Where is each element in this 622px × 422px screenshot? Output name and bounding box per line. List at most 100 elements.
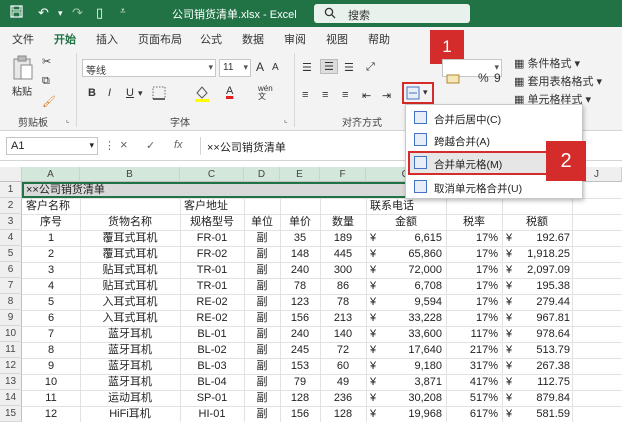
table-cell[interactable]: HiFi耳机 <box>80 407 180 422</box>
column-header[interactable]: B <box>80 167 180 182</box>
column-header[interactable]: C <box>180 167 244 182</box>
phonetic-guide-icon[interactable]: wén 文 <box>258 85 273 101</box>
table-cell[interactable]: 17% <box>446 295 498 310</box>
font-launcher-icon[interactable]: ⌞ <box>284 115 288 124</box>
header-cell[interactable]: 规格型号 <box>180 215 244 230</box>
table-cell[interactable]: 11 <box>22 391 80 406</box>
row-header[interactable]: 12 <box>0 358 22 374</box>
table-cell[interactable]: 副 <box>244 375 280 390</box>
table-cell[interactable]: 入耳式耳机 <box>80 295 180 310</box>
table-cell[interactable]: 贴耳式耳机 <box>80 279 180 294</box>
table-cell[interactable]: 副 <box>244 359 280 374</box>
table-cell[interactable]: 副 <box>244 263 280 278</box>
table-cell[interactable]: 2 <box>22 247 80 262</box>
tab-insert[interactable]: 插入 <box>96 31 118 47</box>
table-cell[interactable]: 189 <box>320 231 366 246</box>
row-header[interactable]: 14 <box>0 390 22 406</box>
table-cell[interactable]: 123 <box>280 295 320 310</box>
column-header[interactable]: A <box>22 167 80 182</box>
table-cell[interactable]: 17% <box>446 279 498 294</box>
fill-color-icon[interactable] <box>194 84 210 105</box>
row-header[interactable]: 6 <box>0 262 22 278</box>
header-cell[interactable]: 货物名称 <box>80 215 180 230</box>
table-cell[interactable]: 蓝牙耳机 <box>80 343 180 358</box>
table-cell[interactable]: 513.79 <box>516 343 570 358</box>
table-cell[interactable]: 3 <box>22 263 80 278</box>
table-cell[interactable]: 581.59 <box>516 407 570 422</box>
table-cell[interactable]: SP-01 <box>180 391 244 406</box>
table-cell[interactable]: 195.38 <box>516 279 570 294</box>
table-cell[interactable]: 副 <box>244 295 280 310</box>
header-cell[interactable]: 数量 <box>320 215 366 230</box>
table-cell[interactable]: 12 <box>22 407 80 422</box>
table-cell[interactable]: 9,594 <box>380 295 442 310</box>
table-cell[interactable]: BL-03 <box>180 359 244 374</box>
comma-style-button[interactable]: 9 <box>494 71 501 85</box>
table-cell[interactable]: 879.84 <box>516 391 570 406</box>
contact-phone-label[interactable]: 联系电话 <box>370 199 440 214</box>
table-cell[interactable]: 49 <box>320 375 366 390</box>
conditional-format-button[interactable]: ▦ 条件格式 ▾ <box>514 55 580 71</box>
clipboard-launcher-icon[interactable]: ⌞ <box>66 115 70 124</box>
table-cell[interactable]: 140 <box>320 327 366 342</box>
table-cell[interactable]: 213 <box>320 311 366 326</box>
table-cell[interactable]: FR-02 <box>180 247 244 262</box>
increase-indent-icon[interactable]: ⇥ <box>382 89 391 102</box>
table-cell[interactable]: 蓝牙耳机 <box>80 327 180 342</box>
row-header[interactable]: 10 <box>0 326 22 342</box>
name-box[interactable]: A1 ▾ <box>6 137 98 155</box>
table-cell[interactable]: 10 <box>22 375 80 390</box>
table-cell[interactable]: 217% <box>446 343 498 358</box>
table-cell[interactable]: 78 <box>320 295 366 310</box>
enter-icon[interactable]: ✓ <box>146 139 155 152</box>
tab-file[interactable]: 文件 <box>12 31 34 47</box>
table-cell[interactable]: 72 <box>320 343 366 358</box>
percent-button[interactable]: % <box>478 71 489 85</box>
table-cell[interactable]: TR-01 <box>180 279 244 294</box>
table-cell[interactable]: 112.75 <box>516 375 570 390</box>
table-cell[interactable]: 240 <box>280 327 320 342</box>
tab-view[interactable]: 视图 <box>326 31 348 47</box>
table-cell[interactable]: 17,640 <box>380 343 442 358</box>
border-icon[interactable] <box>152 86 166 103</box>
customer-address-label[interactable]: 客户地址 <box>184 199 254 214</box>
bold-button[interactable]: B <box>88 87 96 99</box>
table-cell[interactable]: 33,600 <box>380 327 442 342</box>
table-cell[interactable]: 153 <box>280 359 320 374</box>
search-box[interactable]: 搜索 <box>314 4 470 23</box>
table-cell[interactable]: 35 <box>280 231 320 246</box>
table-cell[interactable]: 72,000 <box>380 263 442 278</box>
align-right-icon[interactable]: ≡ <box>342 89 348 101</box>
table-cell[interactable]: BL-04 <box>180 375 244 390</box>
table-cell[interactable]: 267.38 <box>516 359 570 374</box>
paste-label[interactable]: 粘贴 <box>12 83 32 98</box>
table-cell[interactable]: 运动耳机 <box>80 391 180 406</box>
header-cell[interactable]: 序号 <box>22 215 80 230</box>
table-cell[interactable]: 8 <box>22 343 80 358</box>
tab-data[interactable]: 数据 <box>242 31 264 47</box>
row-header[interactable]: 15 <box>0 406 22 422</box>
table-cell[interactable]: 967.81 <box>516 311 570 326</box>
table-cell[interactable]: 128 <box>280 391 320 406</box>
table-cell[interactable]: FR-01 <box>180 231 244 246</box>
column-header[interactable]: E <box>280 167 320 182</box>
table-cell[interactable]: 19,968 <box>380 407 442 422</box>
row-header[interactable]: 3 <box>0 214 22 230</box>
row-header[interactable]: 1 <box>0 182 22 198</box>
table-cell[interactable]: 蓝牙耳机 <box>80 375 180 390</box>
undo-dropdown-icon[interactable]: ▾ <box>58 8 63 19</box>
align-bottom-icon[interactable]: ☰ <box>344 61 354 74</box>
font-color-button[interactable]: A <box>226 85 233 97</box>
insert-function-icon[interactable]: fx <box>174 139 183 151</box>
table-cell[interactable]: 300 <box>320 263 366 278</box>
cancel-icon[interactable]: × <box>120 137 128 152</box>
table-cell[interactable]: 覆耳式耳机 <box>80 231 180 246</box>
table-cell[interactable]: 副 <box>244 343 280 358</box>
table-cell[interactable]: 6 <box>22 311 80 326</box>
chevron-down-icon[interactable]: ▾ <box>138 88 143 99</box>
customize-toolbar-icon[interactable]: ⩡ <box>120 6 126 17</box>
row-header[interactable]: 8 <box>0 294 22 310</box>
table-cell[interactable]: 入耳式耳机 <box>80 311 180 326</box>
table-cell[interactable]: 240 <box>280 263 320 278</box>
table-cell[interactable]: 33,228 <box>380 311 442 326</box>
